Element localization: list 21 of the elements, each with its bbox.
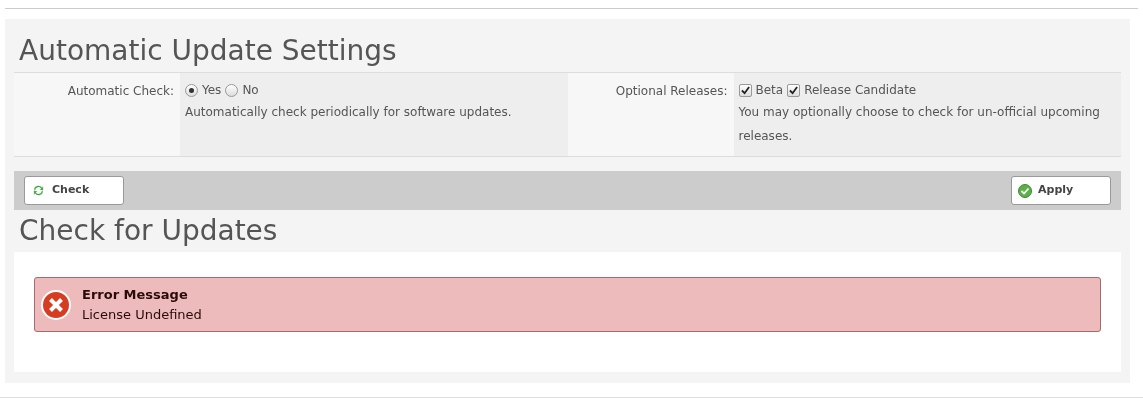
- setting-description: Automatically check periodically for software updates.: [185, 104, 513, 121]
- option-label: Beta: [755, 82, 784, 99]
- setting-label: Automatic Check:: [67, 83, 174, 98]
- error-icon: [40, 288, 72, 321]
- option-label: Release Candidate: [804, 82, 917, 99]
- setting-description: You may optionally choose to check for un-official upcoming releases.: [738, 104, 1101, 145]
- checkbox[interactable]: [738, 83, 752, 97]
- option-label: Yes: [202, 82, 222, 99]
- error-message: License Undefined: [82, 305, 202, 324]
- checkmark-icon: [1018, 183, 1032, 198]
- error-title: Error Message: [82, 286, 189, 304]
- checkbox[interactable]: [787, 83, 801, 97]
- radio-button[interactable]: [225, 83, 239, 97]
- section-title: Automatic Update Settings: [19, 33, 397, 69]
- radio-button[interactable]: [185, 83, 198, 97]
- setting-label: Optional Releases:: [615, 83, 728, 98]
- section-title: Check for Updates: [19, 213, 278, 249]
- apply-button[interactable]: Apply: [1011, 176, 1111, 205]
- option-label: No: [242, 82, 259, 99]
- refresh-icon: [32, 184, 45, 197]
- check-button[interactable]: Check: [24, 176, 124, 205]
